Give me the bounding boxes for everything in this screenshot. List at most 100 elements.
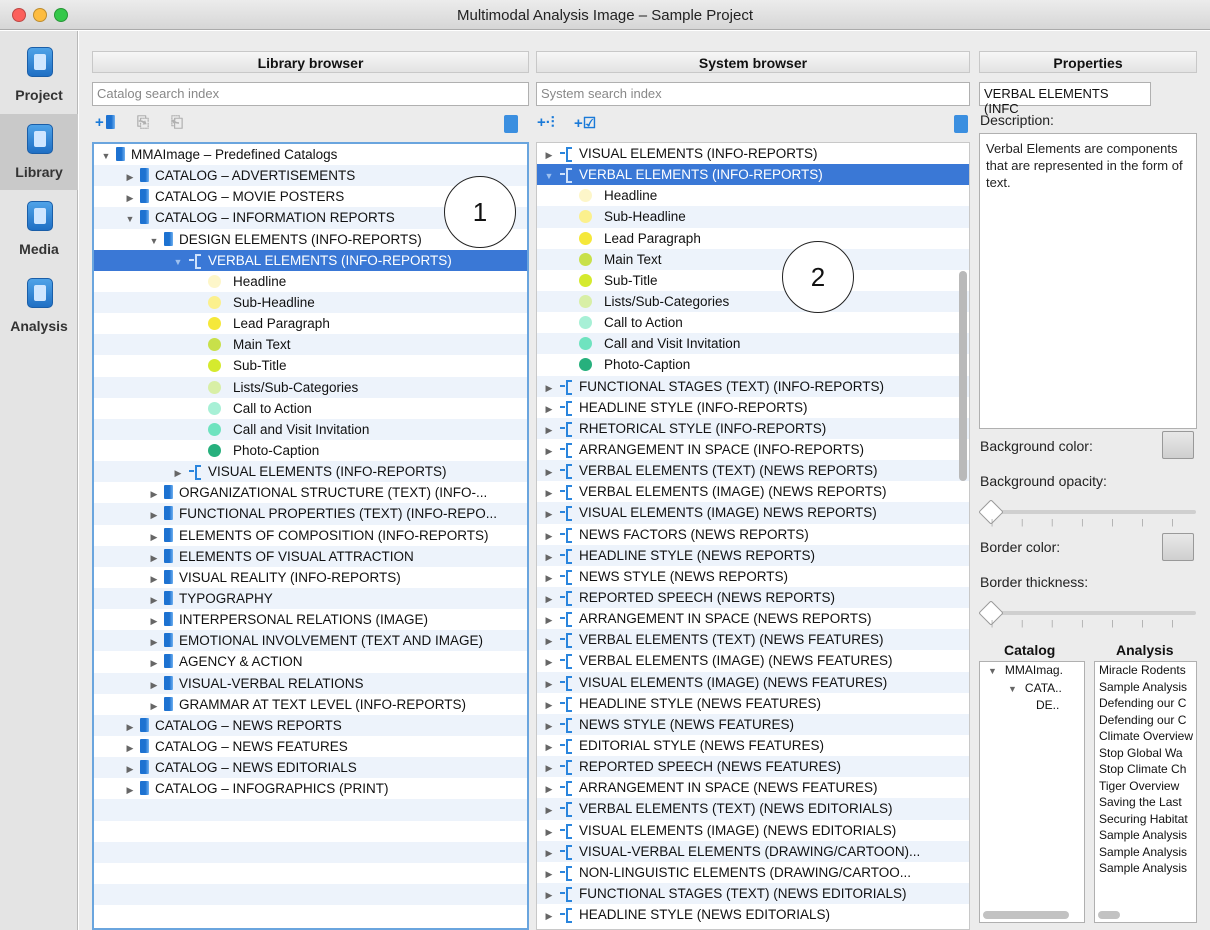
library-category-item[interactable]: Call and Visit Invitation — [94, 418, 527, 440]
analysis-hscrollbar[interactable] — [1098, 911, 1120, 919]
system-tree-node[interactable]: ▶ NEWS STYLE (NEWS REPORTS) — [537, 566, 969, 587]
background-opacity-slider[interactable] — [984, 510, 1196, 514]
system-category-item[interactable]: Lists/Sub-Categories — [537, 290, 969, 313]
system-tree-node[interactable]: ▶ NEWS FACTORS (NEWS REPORTS) — [537, 524, 969, 545]
system-tree-node[interactable]: ▶ HEADLINE STYLE (INFO-REPORTS) — [537, 397, 969, 418]
disclosure-collapsed-icon[interactable]: ▶ — [543, 822, 555, 843]
analysis-list-item[interactable]: Saving the Last — [1095, 794, 1196, 811]
library-tree-node[interactable]: ▶ CATALOG – NEWS FEATURES — [94, 736, 527, 757]
analysis-list-item[interactable]: Stop Climate Ch — [1095, 761, 1196, 778]
library-tree-node[interactable]: ▶ INTERPERSONAL RELATIONS (IMAGE) — [94, 609, 527, 630]
system-tree[interactable]: ▶ VISUAL ELEMENTS (INFO-REPORTS) ▼ VERBAL E… — [536, 142, 970, 930]
disclosure-collapsed-icon[interactable]: ▶ — [124, 759, 136, 780]
system-tree-node[interactable]: ▶ ARRANGEMENT IN SPACE (NEWS FEATURES) — [537, 777, 969, 798]
disclosure-collapsed-icon[interactable]: ▶ — [543, 441, 555, 462]
border-color-swatch[interactable] — [1162, 533, 1194, 561]
add-system-button[interactable]: +·⫶ — [537, 114, 555, 136]
system-tree-node[interactable]: ▼ VERBAL ELEMENTS (INFO-REPORTS) — [537, 164, 969, 187]
analysis-list-item[interactable]: Tiger Overview — [1095, 778, 1196, 795]
disclosure-collapsed-icon[interactable]: ▶ — [543, 864, 555, 885]
catalog-mini-node[interactable]: ▼ CATA.. — [980, 680, 1084, 698]
system-tree-node[interactable]: ▶ FUNCTIONAL STAGES (TEXT) (INFO-REPORTS) — [537, 375, 969, 397]
disclosure-collapsed-icon[interactable]: ▶ — [543, 420, 555, 441]
disclosure-collapsed-icon[interactable]: ▶ — [543, 526, 555, 547]
system-category-item[interactable]: Main Text — [537, 248, 969, 270]
disclosure-expanded-icon[interactable]: ▼ — [543, 166, 555, 187]
disclosure-collapsed-icon[interactable]: ▶ — [543, 652, 555, 673]
disclosure-collapsed-icon[interactable]: ▶ — [543, 462, 555, 483]
system-delete-trash-icon[interactable] — [954, 115, 968, 133]
description-textarea[interactable]: Verbal Elements are components that are … — [979, 133, 1197, 429]
disclosure-collapsed-icon[interactable]: ▶ — [543, 885, 555, 906]
system-tree-node[interactable]: ▶ RHETORICAL STYLE (INFO-REPORTS) — [537, 417, 969, 441]
analysis-list[interactable]: Miracle Rodents Sample Analysis Defending … — [1094, 661, 1197, 923]
system-category-item[interactable]: Lead Paragraph — [537, 228, 969, 249]
library-tree-node[interactable]: ▶ CATALOG – NEWS REPORTS — [94, 714, 527, 738]
disclosure-collapsed-icon[interactable]: ▶ — [543, 716, 555, 737]
library-tree-node[interactable]: ▶ EMOTIONAL INVOLVEMENT (TEXT AND IMAGE) — [94, 630, 527, 652]
library-tree-node[interactable]: ▶ AGENCY & ACTION — [94, 651, 527, 672]
system-tree-node[interactable]: ▶ REPORTED SPEECH (NEWS FEATURES) — [537, 756, 969, 779]
library-category-item[interactable]: Sub-Headline — [94, 291, 527, 314]
system-tree-node[interactable]: ▶ VISUAL ELEMENTS (IMAGE) (NEWS FEATURES) — [537, 671, 969, 695]
system-tree-node[interactable]: ▶ HEADLINE STYLE (NEWS FEATURES) — [537, 693, 969, 714]
catalog-search-input[interactable]: Catalog search index — [92, 82, 529, 106]
analysis-list-item[interactable]: Sample Analysis — [1095, 827, 1196, 844]
disclosure-collapsed-icon[interactable]: ▶ — [148, 590, 160, 611]
background-color-swatch[interactable] — [1162, 431, 1194, 459]
system-category-item[interactable]: Sub-Headline — [537, 206, 969, 228]
system-category-item[interactable]: Call and Visit Invitation — [537, 333, 969, 355]
system-category-item[interactable]: Sub-Title — [537, 270, 969, 291]
disclosure-collapsed-icon[interactable]: ▶ — [543, 547, 555, 568]
system-tree-node[interactable]: ▶ VERBAL ELEMENTS (TEXT) (NEWS EDITORIALS… — [537, 798, 969, 820]
system-search-input[interactable]: System search index — [536, 82, 970, 106]
disclosure-collapsed-icon[interactable]: ▶ — [148, 505, 160, 526]
catalog-mini-tree[interactable]: ▼ MMAImag. ▼ CATA.. DE.. — [979, 661, 1085, 923]
library-category-item[interactable]: Lead Paragraph — [94, 313, 527, 334]
disclosure-collapsed-icon[interactable]: ▶ — [148, 527, 160, 548]
disclosure-collapsed-icon[interactable]: ▶ — [543, 399, 555, 420]
system-tree-node[interactable]: ▶ VERBAL ELEMENTS (IMAGE) (NEWS FEATURES) — [537, 650, 969, 671]
library-tree-node[interactable]: ▶ FUNCTIONAL PROPERTIES (TEXT) (INFO-REPO… — [94, 503, 527, 526]
disclosure-collapsed-icon[interactable]: ▶ — [543, 779, 555, 800]
library-tree-node[interactable]: ▶ GRAMMAR AT TEXT LEVEL (INFO-REPORTS) — [94, 694, 527, 715]
system-tree-node[interactable]: ▶ VISUAL ELEMENTS (INFO-REPORTS) — [537, 143, 969, 164]
add-checkbox-button[interactable]: +☑ — [574, 114, 596, 136]
system-category-item[interactable]: Headline — [537, 185, 969, 206]
disclosure-expanded-icon[interactable]: ▼ — [124, 209, 136, 230]
system-tree-node[interactable]: ▶ HEADLINE STYLE (NEWS EDITORIALS) — [537, 904, 969, 925]
library-tree-node[interactable]: ▶ CATALOG – INFOGRAPHICS (PRINT) — [94, 778, 527, 799]
disclosure-collapsed-icon[interactable]: ▶ — [543, 610, 555, 631]
disclosure-collapsed-icon[interactable]: ▶ — [124, 738, 136, 759]
library-tree-node[interactable]: ▶ ELEMENTS OF VISUAL ATTRACTION — [94, 545, 527, 567]
disclosure-collapsed-icon[interactable]: ▶ — [543, 906, 555, 927]
analysis-list-item[interactable]: Defending our C — [1095, 695, 1196, 712]
property-name-field[interactable]: VERBAL ELEMENTS (INFC — [979, 82, 1151, 116]
system-tree-node[interactable]: ▶ VISUAL-VERBAL ELEMENTS (DRAWING/CARTOON… — [537, 840, 969, 864]
disclosure-expanded-icon[interactable]: ▼ — [148, 231, 160, 252]
library-category-item[interactable]: Photo-Caption — [94, 440, 527, 461]
library-category-item[interactable]: Sub-Title — [94, 355, 527, 376]
system-tree-node[interactable]: ▶ VERBAL ELEMENTS (IMAGE) (NEWS REPORTS) — [537, 481, 969, 502]
disclosure-collapsed-icon[interactable]: ▶ — [148, 696, 160, 717]
disclosure-collapsed-icon[interactable]: ▶ — [148, 611, 160, 632]
disclosure-collapsed-icon[interactable]: ▶ — [543, 504, 555, 525]
analysis-list-item[interactable]: Defending our C — [1095, 712, 1196, 729]
disclosure-collapsed-icon[interactable]: ▶ — [124, 717, 136, 738]
disclosure-collapsed-icon[interactable]: ▶ — [543, 674, 555, 695]
library-tree[interactable]: ▼ MMAImage – Predefined Catalogs ▶ CATALOG … — [92, 142, 529, 930]
system-category-item[interactable]: Call to Action — [537, 312, 969, 333]
library-category-item[interactable]: Headline — [94, 271, 527, 292]
disclosure-collapsed-icon[interactable]: ▶ — [124, 188, 136, 209]
disclosure-collapsed-icon[interactable]: ▶ — [543, 758, 555, 779]
disclosure-collapsed-icon[interactable]: ▶ — [543, 843, 555, 864]
library-category-item[interactable]: Call to Action — [94, 398, 527, 419]
library-tree-node[interactable]: ▼ MMAImage – Predefined Catalogs — [94, 144, 527, 165]
library-tree-node[interactable]: ▶ TYPOGRAPHY — [94, 587, 527, 611]
disclosure-collapsed-icon[interactable]: ▶ — [543, 695, 555, 716]
system-tree-scrollbar[interactable] — [959, 271, 967, 481]
system-tree-node[interactable]: ▶ ARRANGEMENT IN SPACE (NEWS REPORTS) — [537, 608, 969, 629]
library-tree-node[interactable]: ▼ VERBAL ELEMENTS (INFO-REPORTS) — [94, 249, 527, 271]
analysis-list-item[interactable]: Sample Analysis — [1095, 844, 1196, 861]
nav-analysis[interactable]: Analysis — [0, 268, 78, 344]
